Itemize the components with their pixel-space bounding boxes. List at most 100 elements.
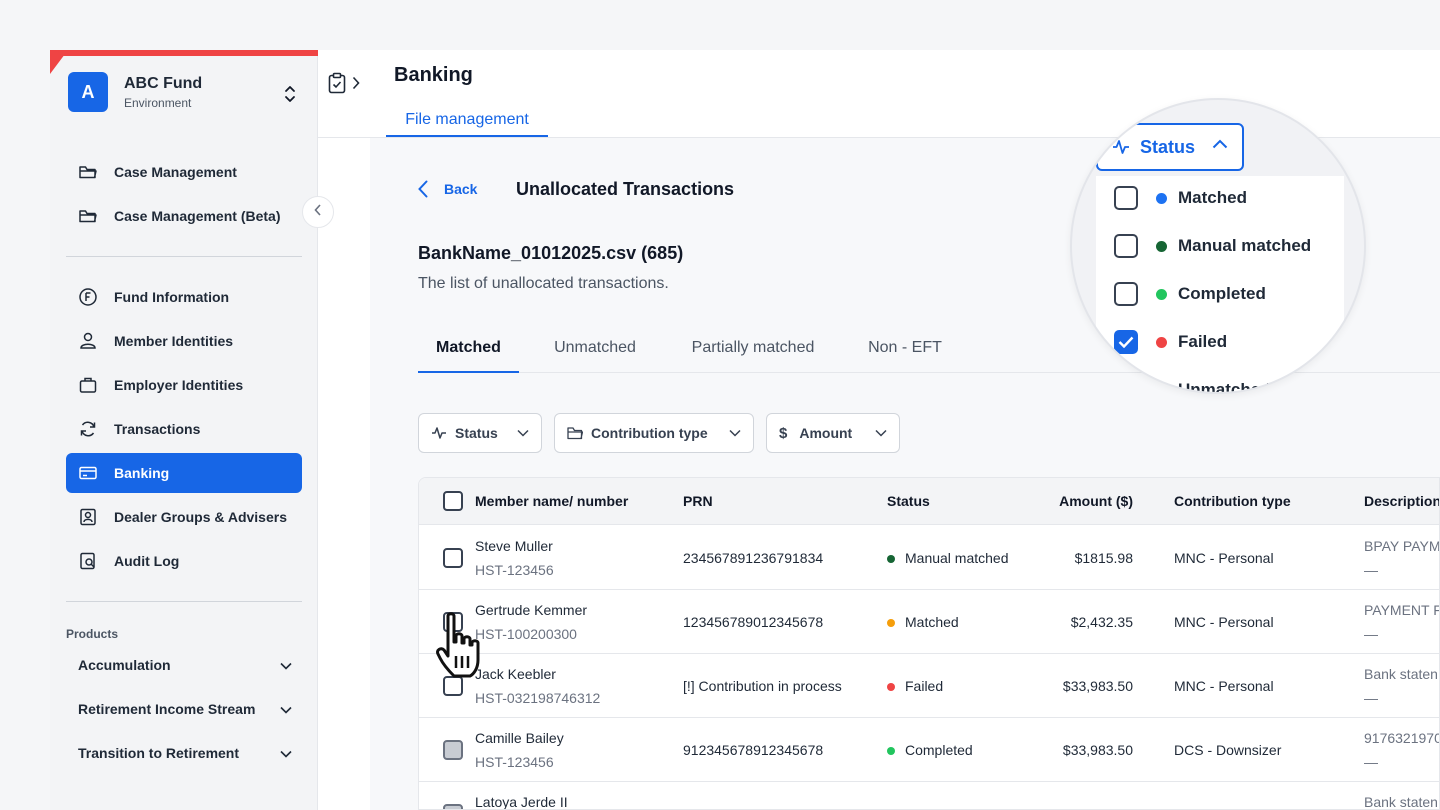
option-checkbox[interactable] bbox=[1114, 234, 1138, 258]
sidebar-item-label: Case Management bbox=[114, 164, 237, 180]
table-row[interactable]: Latoya Jerde II 345678912345678912 Complet… bbox=[419, 782, 1439, 809]
prn: 234567891236791834 bbox=[683, 550, 824, 566]
description-extra: — bbox=[1364, 754, 1378, 770]
header-status: Status bbox=[887, 493, 930, 509]
sidebar-item-label: Member Identities bbox=[114, 333, 234, 349]
option-label: Completed bbox=[1178, 284, 1266, 303]
sidebar-item-employer-identities[interactable]: Employer Identities bbox=[66, 365, 302, 405]
table-row[interactable]: Camille Bailey HST-123456 9123456789123456… bbox=[419, 718, 1439, 782]
row-checkbox[interactable] bbox=[443, 804, 463, 809]
environment-color-bar bbox=[50, 50, 318, 56]
product-label: Transition to Retirement bbox=[78, 745, 240, 761]
option-checkbox[interactable] bbox=[1114, 282, 1138, 306]
member-number: HST-100200300 bbox=[475, 626, 577, 642]
folder-icon bbox=[78, 162, 98, 182]
sidebar-item-label: Banking bbox=[114, 465, 170, 481]
status-dot bbox=[887, 683, 895, 691]
status-badge: Completed bbox=[887, 806, 973, 809]
status-filter[interactable]: Status bbox=[418, 413, 542, 453]
fund-info-icon bbox=[78, 287, 98, 307]
status-option[interactable]: Completed bbox=[1114, 282, 1266, 306]
sidebar-product-accumulation[interactable]: Accumulation bbox=[78, 657, 292, 673]
status-option[interactable]: Manual matched bbox=[1114, 234, 1311, 258]
sidebar-product-retirement-income[interactable]: Retirement Income Stream bbox=[78, 701, 292, 717]
header-contribution-type: Contribution type bbox=[1174, 493, 1291, 509]
member-name: Steve Muller bbox=[475, 538, 553, 554]
environment-color-corner bbox=[50, 50, 68, 74]
option-checkbox[interactable] bbox=[1114, 330, 1138, 354]
table-row[interactable]: Jack Keebler HST-032198746312 [!] Contribu… bbox=[419, 654, 1439, 718]
sidebar-product-transition[interactable]: Transition to Retirement bbox=[78, 745, 292, 761]
status-option[interactable]: Matched bbox=[1114, 186, 1247, 210]
amount-filter[interactable]: $ Amount bbox=[766, 413, 900, 453]
prn: 345678912345678912 bbox=[683, 806, 823, 809]
tab-matched[interactable]: Matched bbox=[418, 328, 519, 373]
table-row[interactable]: Steve Muller HST-123456 234567891236791834… bbox=[419, 526, 1439, 590]
row-checkbox[interactable] bbox=[443, 740, 463, 760]
back-button[interactable]: Back bbox=[418, 180, 477, 198]
chevron-down-icon bbox=[875, 429, 887, 437]
sidebar-item-member-identities[interactable]: Member Identities bbox=[66, 321, 302, 361]
status-label: Completed bbox=[905, 742, 973, 758]
audit-icon bbox=[78, 551, 98, 571]
status-dot bbox=[1156, 192, 1167, 204]
select-all-checkbox[interactable] bbox=[443, 491, 463, 511]
status-dot bbox=[1156, 336, 1167, 348]
status-badge: Completed bbox=[887, 742, 973, 758]
status-dot bbox=[1156, 240, 1167, 252]
chevron-up-icon bbox=[1212, 139, 1228, 149]
sidebar-item-transactions[interactable]: Transactions bbox=[66, 409, 302, 449]
header-prn: PRN bbox=[683, 493, 713, 509]
option-label: Unmatched bbox=[1178, 380, 1271, 394]
folder-icon bbox=[78, 206, 98, 226]
sidebar-item-fund-information[interactable]: Fund Information bbox=[66, 277, 302, 317]
sidebar-item-case-management-beta[interactable]: Case Management (Beta) bbox=[66, 196, 302, 236]
folder-icon bbox=[567, 426, 583, 440]
row-checkbox[interactable] bbox=[443, 548, 463, 568]
collapse-sidebar-button[interactable] bbox=[302, 196, 334, 228]
option-checkbox[interactable] bbox=[1114, 186, 1138, 210]
back-label: Back bbox=[444, 181, 478, 197]
status-option[interactable]: Unmatched bbox=[1114, 378, 1271, 394]
status-dropdown-magnifier: Status Matched Manual matched Completed Fai… bbox=[1070, 98, 1366, 394]
option-label: Manual matched bbox=[1178, 236, 1312, 255]
filter-label: Status bbox=[455, 425, 498, 441]
status-dot bbox=[1156, 288, 1167, 300]
expand-collapse-icon[interactable] bbox=[280, 82, 300, 106]
chevron-left-icon bbox=[314, 203, 322, 221]
contribution-type-filter[interactable]: Contribution type bbox=[554, 413, 754, 453]
sidebar-item-label: Fund Information bbox=[114, 289, 230, 305]
option-checkbox[interactable] bbox=[1114, 378, 1138, 392]
tab-unmatched[interactable]: Unmatched bbox=[536, 328, 654, 373]
contribution-type: MNC - Personal bbox=[1174, 806, 1274, 809]
hand-cursor-icon bbox=[434, 612, 490, 689]
product-label: Retirement Income Stream bbox=[78, 701, 256, 717]
status-dropdown-button[interactable]: Status bbox=[1096, 123, 1244, 171]
status-label: Completed bbox=[905, 806, 973, 809]
sidebar-divider bbox=[66, 256, 302, 257]
member-number: HST-123456 bbox=[475, 562, 554, 578]
environment-avatar: A bbox=[68, 72, 108, 112]
sidebar-item-label: Case Management (Beta) bbox=[114, 208, 281, 224]
member-name: Gertrude Kemmer bbox=[475, 602, 588, 618]
activity-icon bbox=[431, 426, 447, 440]
activity-icon bbox=[1112, 139, 1130, 155]
sidebar-item-audit-log[interactable]: Audit Log bbox=[66, 541, 302, 581]
tab-partially-matched[interactable]: Partially matched bbox=[676, 328, 830, 373]
chevron-down-icon bbox=[517, 429, 529, 437]
card-icon bbox=[78, 463, 98, 483]
environment-switcher[interactable]: A ABC Fund Environment bbox=[68, 72, 202, 112]
sidebar-item-case-management[interactable]: Case Management bbox=[66, 152, 302, 192]
chevron-down-icon bbox=[280, 701, 292, 717]
member-name: Camille Bailey bbox=[475, 730, 564, 746]
file-title: BankName_01012025.csv (685) bbox=[418, 243, 684, 263]
table-row[interactable]: Gertrude Kemmer HST-100200300 123456789012… bbox=[419, 590, 1439, 654]
sidebar-item-banking[interactable]: Banking bbox=[66, 453, 302, 493]
breadcrumb-toggle[interactable] bbox=[328, 72, 360, 99]
sidebar-item-dealer-groups[interactable]: Dealer Groups & Advisers bbox=[66, 497, 302, 537]
option-label: Matched bbox=[1178, 188, 1247, 207]
tab-non-eft[interactable]: Non - EFT bbox=[858, 328, 952, 373]
tab-file-management[interactable]: File management bbox=[386, 108, 548, 138]
status-option[interactable]: Failed bbox=[1114, 330, 1227, 354]
refresh-icon bbox=[78, 419, 98, 439]
